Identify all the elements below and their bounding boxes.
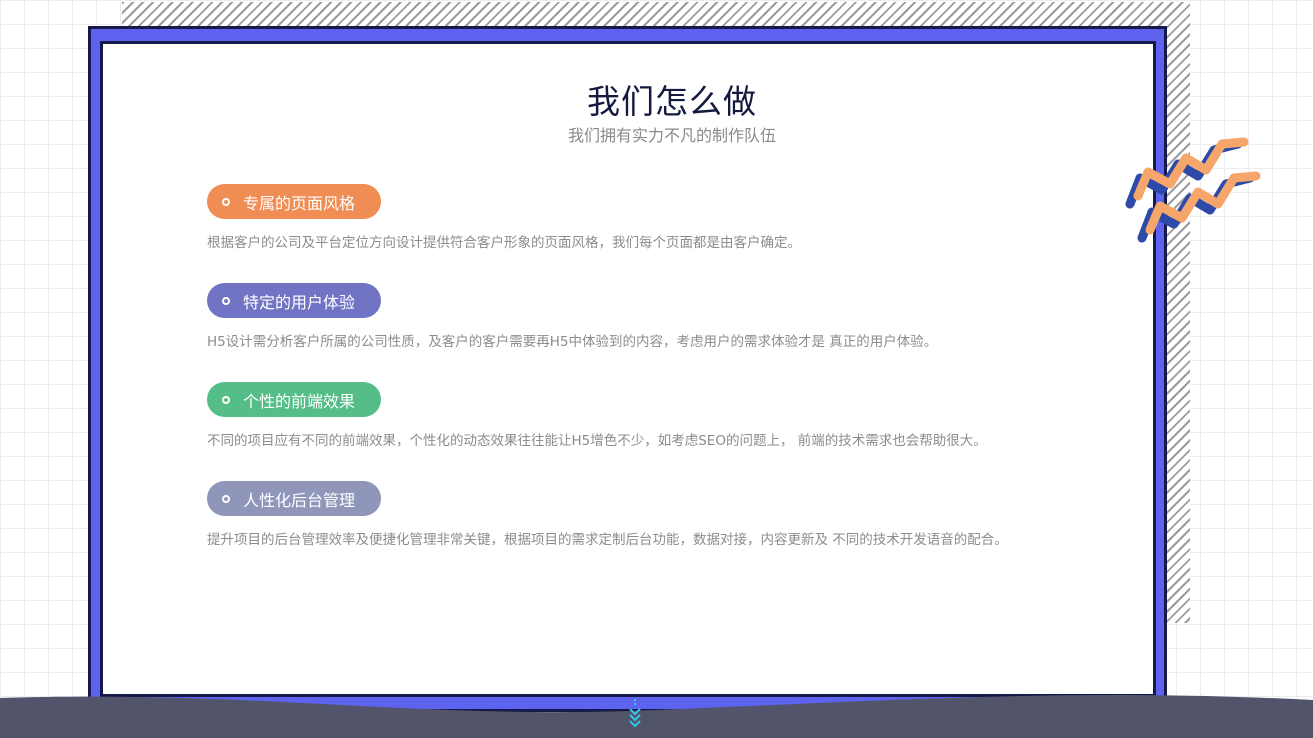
feature-tag: 特定的用户体验	[207, 283, 381, 318]
slide-content: 我们怎么做 我们拥有实力不凡的制作队伍 专属的页面风格 根据客户的公司及平台定位…	[100, 41, 1156, 697]
feature-item-user-experience: 特定的用户体验 H5设计需分析客户所属的公司性质，及客户的客户需要再H5中体验到…	[207, 283, 1147, 350]
feature-description: 根据客户的公司及平台定位方向设计提供符合客户形象的页面风格，我们每个页面都是由客…	[207, 235, 801, 251]
feature-item-page-style: 专属的页面风格 根据客户的公司及平台定位方向设计提供符合客户形象的页面风格，我们…	[207, 184, 1147, 251]
feature-item-frontend-effects: 个性的前端效果 不同的项目应有不同的前端效果，个性化的动态效果往往能让H5增色不…	[207, 382, 1147, 449]
bullet-icon	[222, 296, 230, 305]
feature-tag: 人性化后台管理	[207, 481, 381, 516]
bottom-wave	[0, 694, 1313, 738]
page-title: 我们怎么做	[587, 82, 757, 121]
feature-tag-label: 个性的前端效果	[243, 391, 356, 411]
feature-tag-label: 人性化后台管理	[243, 490, 356, 510]
feature-tag-label: 专属的页面风格	[243, 193, 356, 213]
feature-item-backend-management: 人性化后台管理 提升项目的后台管理效率及便捷化管理非常关键，根据项目的需求定制后…	[207, 481, 1147, 548]
feature-tag: 个性的前端效果	[207, 382, 381, 417]
feature-description: H5设计需分析客户所属的公司性质，及客户的客户需要再H5中体验到的内容，考虑用户…	[207, 334, 938, 350]
bullet-icon	[222, 395, 230, 404]
feature-description: 提升项目的后台管理效率及便捷化管理非常关键，根据项目的需求定制后台功能，数据对接…	[207, 532, 1008, 548]
feature-tag: 专属的页面风格	[207, 184, 381, 219]
bullet-icon	[222, 197, 230, 206]
feature-description: 不同的项目应有不同的前端效果，个性化的动态效果往往能让H5增色不少，如考虑SEO…	[207, 433, 987, 449]
scroll-down-icon[interactable]	[626, 698, 644, 728]
feature-tag-label: 特定的用户体验	[243, 292, 356, 312]
bullet-icon	[222, 494, 230, 503]
page-subtitle: 我们拥有实力不凡的制作队伍	[567, 126, 776, 145]
